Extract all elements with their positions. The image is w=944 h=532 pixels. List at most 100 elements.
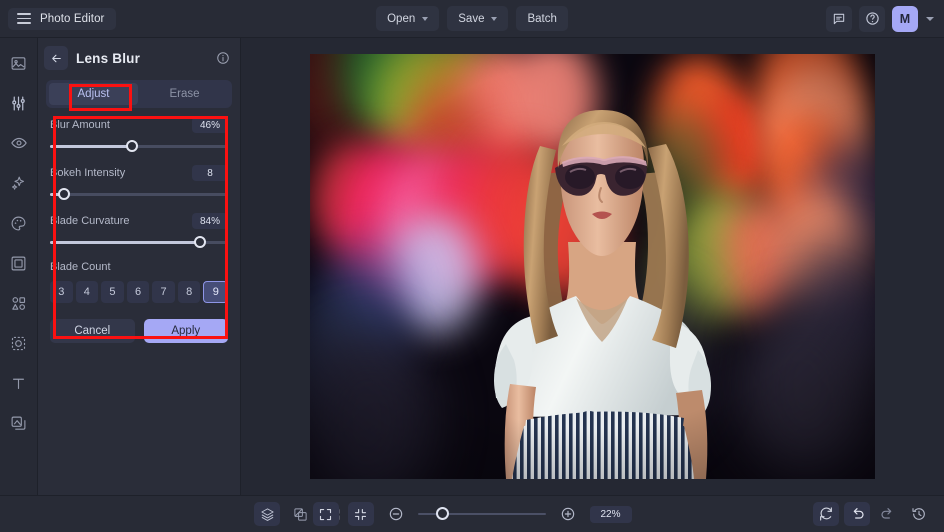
fit-screen-icon: [318, 507, 333, 522]
blur-amount-value: 46%: [192, 117, 228, 133]
crop-focus-icon: [10, 335, 27, 352]
back-button[interactable]: [44, 46, 68, 70]
page-title: Lens Blur: [76, 51, 140, 66]
batch-button[interactable]: Batch: [516, 6, 567, 31]
panel-actions: Cancel Apply: [50, 319, 228, 343]
info-button[interactable]: [216, 51, 230, 65]
blade-option-5[interactable]: 5: [101, 281, 124, 303]
top-toolbar: Photo Editor Open Save Batch: [0, 0, 944, 38]
blade-curvature-slider[interactable]: [50, 236, 228, 248]
zoom-controls: 22%: [0, 502, 944, 526]
help-button[interactable]: [859, 6, 885, 32]
tool-rail: [0, 38, 38, 495]
sidebar-item-layers[interactable]: [6, 410, 32, 436]
reset-button[interactable]: [813, 502, 839, 526]
layers-button[interactable]: [254, 502, 280, 526]
slider-fill: [50, 241, 200, 244]
blade-option-9[interactable]: 9: [203, 281, 228, 303]
open-label: Open: [387, 13, 415, 25]
comment-icon: [832, 12, 846, 26]
arrow-left-icon: [50, 52, 63, 65]
zoom-level-value[interactable]: 22%: [590, 506, 632, 523]
top-center-actions: Open Save Batch: [0, 6, 944, 31]
history-controls: [813, 502, 932, 526]
subject-figure: [310, 54, 875, 479]
sidebar-item-text[interactable]: [6, 370, 32, 396]
panel-header: Lens Blur: [38, 38, 240, 78]
canvas-area[interactable]: [241, 38, 944, 495]
sidebar-item-focus[interactable]: [6, 330, 32, 356]
redo-icon: [880, 506, 896, 522]
photo-preview[interactable]: [310, 54, 875, 479]
save-button[interactable]: Save: [447, 6, 508, 31]
blend-icon: [293, 507, 308, 522]
sidebar-item-adjust[interactable]: [6, 90, 32, 116]
blade-option-8[interactable]: 8: [178, 281, 201, 303]
slider-handle[interactable]: [58, 188, 70, 200]
image-icon: [10, 55, 27, 72]
sidebar-item-color[interactable]: [6, 210, 32, 236]
undo-button[interactable]: [844, 502, 870, 526]
adjustments-icon: [10, 95, 27, 112]
blade-count-options: 3 4 5 6 7 8 9: [50, 281, 228, 303]
blade-option-6[interactable]: 6: [127, 281, 150, 303]
blade-curvature-label: Blade Curvature: [50, 215, 130, 227]
slider-handle[interactable]: [126, 140, 138, 152]
zoom-out-button[interactable]: [383, 502, 409, 526]
sidebar-item-retouch[interactable]: [6, 130, 32, 156]
layers-copy-icon: [10, 415, 27, 432]
zoom-in-icon: [560, 506, 576, 522]
fit-screen-button[interactable]: [313, 502, 339, 526]
layers-icon: [260, 507, 275, 522]
panel-controls: Blur Amount 46% Bokeh Intensity 8: [38, 108, 240, 343]
help-circle-icon: [865, 11, 880, 26]
history-icon: [911, 506, 927, 522]
sidebar-item-image[interactable]: [6, 50, 32, 76]
blur-amount-label: Blur Amount: [50, 119, 110, 131]
tab-adjust[interactable]: Adjust: [49, 83, 138, 105]
avatar[interactable]: M: [892, 6, 918, 32]
cancel-button[interactable]: Cancel: [50, 319, 135, 343]
shrink-icon: [353, 507, 368, 522]
bokeh-intensity-slider[interactable]: [50, 188, 228, 200]
blend-button[interactable]: [287, 502, 313, 526]
comment-button[interactable]: [826, 6, 852, 32]
history-button[interactable]: [906, 502, 932, 526]
save-label: Save: [458, 13, 484, 25]
tab-erase[interactable]: Erase: [140, 83, 229, 105]
slider-fill: [50, 145, 132, 148]
bokeh-intensity-value: 8: [192, 165, 228, 181]
apply-button[interactable]: Apply: [144, 319, 229, 343]
blade-option-3[interactable]: 3: [50, 281, 73, 303]
bokeh-intensity-control: Bokeh Intensity 8: [50, 165, 228, 200]
blade-option-7[interactable]: 7: [152, 281, 175, 303]
blade-option-4[interactable]: 4: [76, 281, 99, 303]
sidebar-item-frame[interactable]: [6, 250, 32, 276]
palette-icon: [10, 215, 27, 232]
bottom-toolbar: 22%: [0, 495, 944, 532]
chevron-down-icon: [491, 17, 497, 21]
sidebar-item-elements[interactable]: [6, 290, 32, 316]
blade-count-control: Blade Count 3 4 5 6 7 8 9: [50, 261, 228, 303]
slider-track: [50, 193, 228, 196]
hamburger-icon: [17, 13, 31, 24]
reset-rotate-icon: [818, 506, 834, 522]
zoom-slider[interactable]: [418, 507, 546, 521]
editor-body: Lens Blur Adjust Erase Blur Amount: [0, 38, 944, 495]
zoom-in-button[interactable]: [555, 502, 581, 526]
blur-amount-slider[interactable]: [50, 140, 228, 152]
info-circle-icon: [216, 51, 230, 65]
blur-amount-control: Blur Amount 46%: [50, 117, 228, 152]
chevron-down-icon[interactable]: [926, 17, 934, 21]
zoom-out-icon: [388, 506, 404, 522]
redo-button[interactable]: [875, 502, 901, 526]
shrink-button[interactable]: [348, 502, 374, 526]
open-button[interactable]: Open: [376, 6, 439, 31]
slider-handle[interactable]: [436, 507, 449, 520]
blade-count-label: Blade Count: [50, 261, 228, 273]
sidebar-item-effects[interactable]: [6, 170, 32, 196]
slider-handle[interactable]: [194, 236, 206, 248]
app-menu-button[interactable]: Photo Editor: [8, 8, 116, 30]
blade-curvature-control: Blade Curvature 84%: [50, 213, 228, 248]
frame-icon: [10, 255, 27, 272]
